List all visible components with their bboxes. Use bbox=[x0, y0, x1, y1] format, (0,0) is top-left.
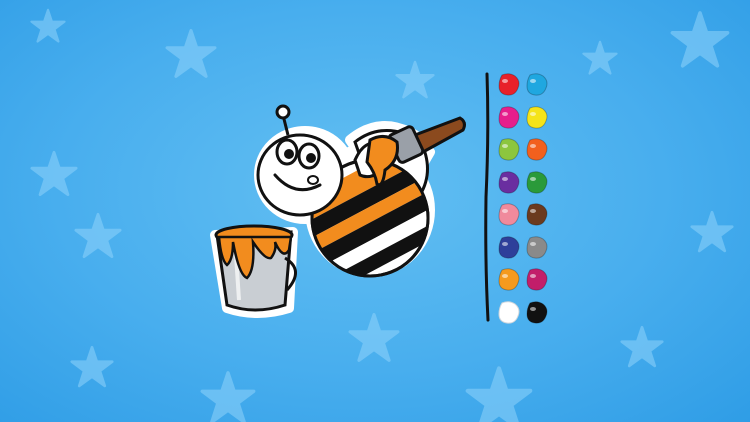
star-decoration bbox=[30, 150, 78, 198]
color-swatch[interactable] bbox=[524, 170, 550, 196]
color-swatch[interactable] bbox=[496, 300, 522, 326]
game-canvas[interactable] bbox=[0, 0, 750, 422]
bee-head bbox=[256, 133, 344, 217]
color-swatch[interactable] bbox=[496, 170, 522, 196]
color-swatch[interactable] bbox=[496, 105, 522, 131]
color-swatch[interactable] bbox=[496, 72, 522, 98]
color-swatch[interactable] bbox=[524, 235, 550, 261]
star-decoration bbox=[70, 345, 114, 389]
color-swatch[interactable] bbox=[496, 267, 522, 293]
star-decoration bbox=[395, 60, 435, 100]
bee-painting-icon[interactable] bbox=[205, 100, 475, 325]
color-swatch[interactable] bbox=[524, 137, 550, 163]
star-decoration bbox=[74, 212, 122, 260]
paint-bucket bbox=[214, 224, 297, 312]
star-decoration bbox=[200, 370, 256, 422]
color-swatch[interactable] bbox=[496, 202, 522, 228]
star-decoration bbox=[465, 365, 533, 422]
star-decoration bbox=[165, 28, 217, 80]
color-swatch[interactable] bbox=[524, 105, 550, 131]
palette-divider bbox=[484, 72, 490, 322]
star-decoration bbox=[30, 8, 66, 44]
color-swatch[interactable] bbox=[496, 137, 522, 163]
star-decoration bbox=[670, 10, 730, 70]
star-decoration bbox=[582, 40, 618, 76]
star-decoration bbox=[620, 325, 664, 369]
color-swatch[interactable] bbox=[524, 202, 550, 228]
color-swatch[interactable] bbox=[524, 267, 550, 293]
color-swatch[interactable] bbox=[524, 300, 550, 326]
color-swatch[interactable] bbox=[524, 72, 550, 98]
color-swatch[interactable] bbox=[496, 235, 522, 261]
star-decoration bbox=[690, 210, 734, 254]
